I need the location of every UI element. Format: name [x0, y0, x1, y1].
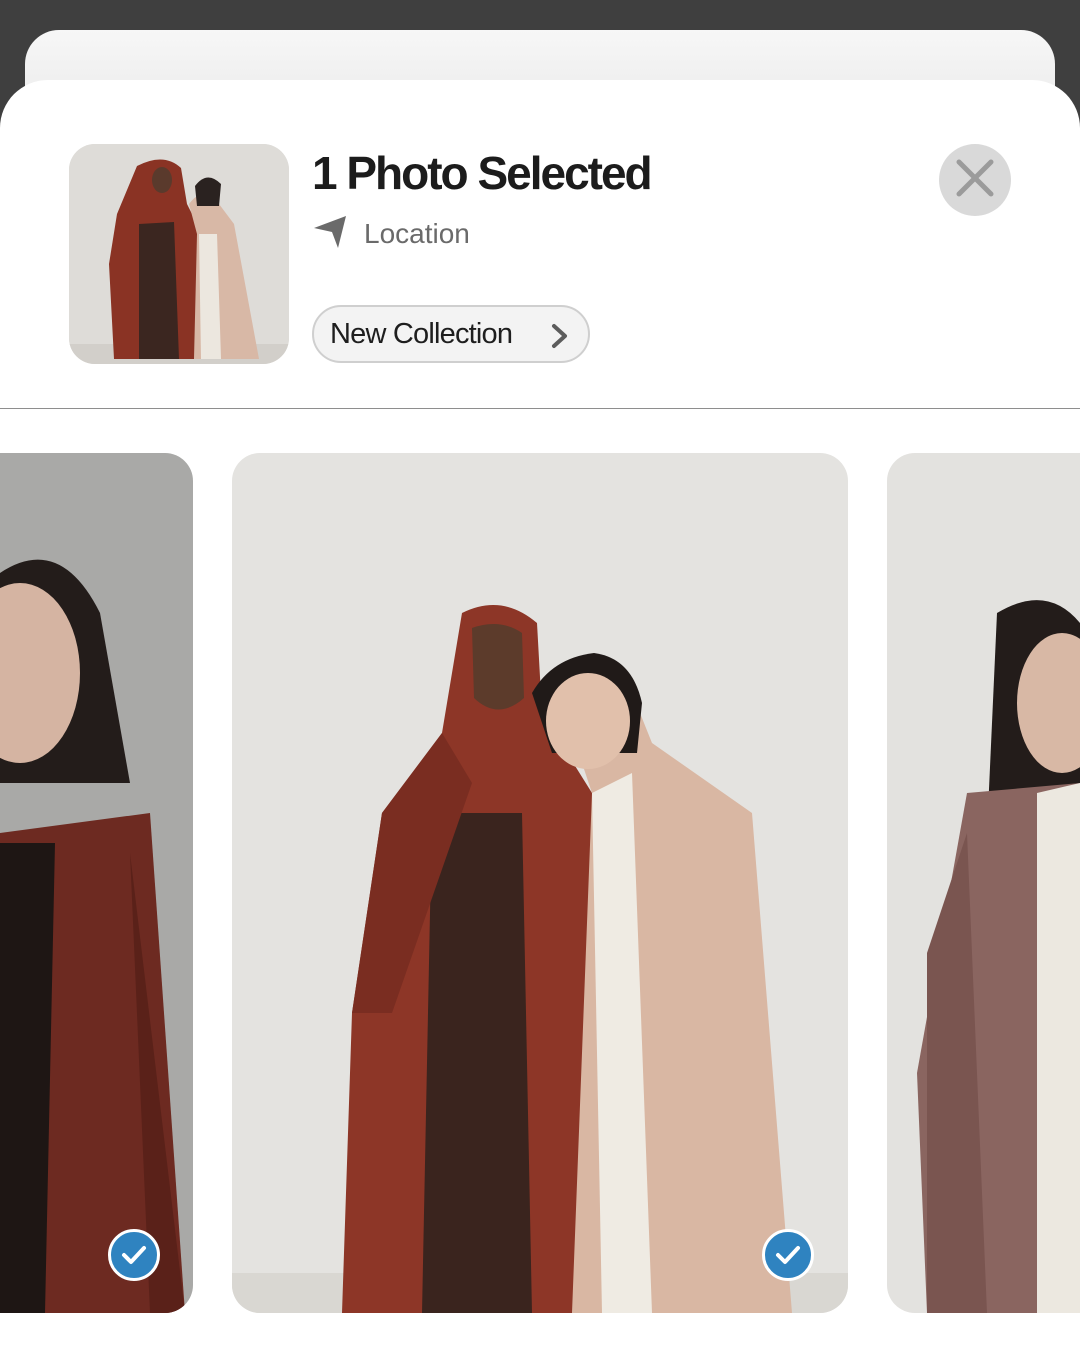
photo-left-image [0, 453, 193, 1313]
thumbnail-image [69, 144, 289, 364]
new-collection-label: New Collection [330, 317, 513, 350]
photo-center-image [232, 453, 848, 1313]
location-label: Location [364, 218, 470, 249]
photo-right-image [887, 453, 1080, 1313]
photo-left[interactable] [0, 453, 193, 1313]
photo-center[interactable] [232, 453, 848, 1313]
header-divider [0, 408, 1080, 409]
location-row[interactable]: Location [312, 214, 470, 254]
selection-title: 1 Photo Selected [312, 147, 653, 199]
selected-photo-thumbnail[interactable] [69, 144, 289, 364]
selected-check-icon [762, 1229, 814, 1281]
new-collection-button[interactable]: New Collection [312, 305, 590, 363]
chevron-right-icon [550, 323, 570, 354]
selected-check-icon [108, 1229, 160, 1281]
selection-sheet: 1 Photo Selected Location New Collection [0, 80, 1080, 1350]
photo-right[interactable] [887, 453, 1080, 1313]
close-icon [955, 158, 995, 203]
close-button[interactable] [939, 144, 1011, 216]
location-arrow-icon [312, 214, 348, 255]
